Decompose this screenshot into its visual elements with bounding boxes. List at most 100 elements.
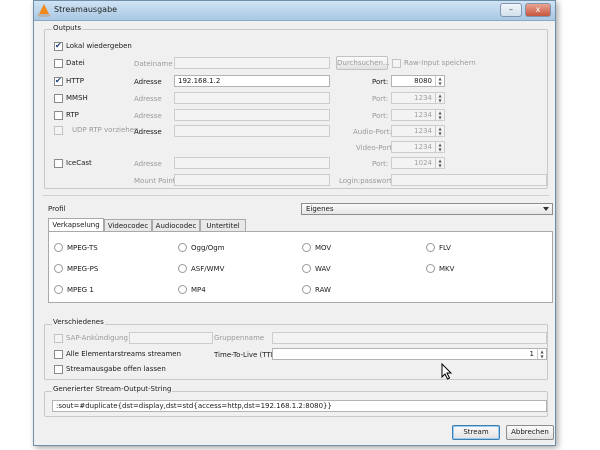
rtp-address-field[interactable]: [174, 109, 330, 121]
http-port-label: Port:: [372, 78, 389, 86]
window-title: Streamausgabe: [54, 5, 118, 14]
rtp-checkbox[interactable]: [54, 111, 63, 120]
mount-point-label: Mount Point: [134, 177, 176, 185]
filename-label: Dateiname: [134, 60, 173, 68]
close-button[interactable]: x: [525, 3, 551, 17]
browse-button[interactable]: Durchsuchen...: [336, 56, 390, 70]
format-label: MPEG-TS: [67, 244, 98, 252]
outputs-legend: Outputs: [52, 24, 82, 32]
output-string-field[interactable]: :sout=#duplicate{dst=display,dst=std{acc…: [52, 400, 547, 412]
file-checkbox[interactable]: [54, 59, 63, 68]
spin-arrows-icon[interactable]: ▲ ▼: [435, 158, 444, 168]
rtp-label: RTP: [66, 111, 79, 119]
radio-ogg[interactable]: [178, 243, 187, 252]
all-es-label: Alle Elementarstreams streamen: [66, 350, 182, 358]
format-label: WAV: [315, 265, 331, 273]
icecast-port-value: 1024: [414, 159, 432, 167]
format-label: ASF/WMV: [191, 265, 225, 273]
http-checkbox[interactable]: [54, 76, 63, 86]
encapsulation-panel: [48, 231, 553, 303]
login-password-label: Login:passwort:: [339, 177, 395, 185]
stream-button[interactable]: Stream: [452, 425, 500, 440]
raw-input-checkbox[interactable]: [392, 59, 401, 68]
format-label: RAW: [315, 286, 331, 294]
spin-arrows-icon[interactable]: ▲ ▼: [435, 110, 444, 120]
radio-mpeg-ts[interactable]: [54, 243, 63, 252]
ttl-label: Time-To-Live (TTL): [214, 351, 278, 359]
group-name-field[interactable]: [272, 332, 547, 344]
minimize-button[interactable]: –: [500, 3, 522, 17]
radio-mp4[interactable]: [178, 285, 187, 294]
radio-asf-wmv[interactable]: [178, 264, 187, 273]
radio-wav[interactable]: [302, 264, 311, 273]
icecast-checkbox[interactable]: [54, 159, 63, 168]
format-label: MOV: [315, 244, 332, 252]
radio-flv[interactable]: [426, 243, 435, 252]
rtp-port-value: 1234: [414, 111, 432, 119]
sap-label: SAP-Ankündigung: [66, 334, 128, 342]
radio-mkv[interactable]: [426, 264, 435, 273]
mmsh-address-field[interactable]: [174, 92, 330, 104]
mouse-cursor-icon: [441, 363, 453, 380]
local-playback-checkbox[interactable]: [54, 41, 63, 51]
output-string-legend: Generierter Stream-Output-String: [52, 385, 173, 393]
sap-checkbox[interactable]: [54, 334, 63, 343]
radio-mpeg-ps[interactable]: [54, 264, 63, 273]
profile-dropdown[interactable]: Eigenes: [301, 203, 553, 215]
mmsh-port-value: 1234: [414, 94, 432, 102]
icecast-address-label: Adresse: [134, 160, 162, 168]
mmsh-label: MMSH: [66, 94, 88, 102]
ttl-spinner[interactable]: 1 ▲ ▼: [272, 348, 547, 360]
raw-input-label: Raw-Input speichern: [404, 59, 476, 67]
all-es-checkbox[interactable]: [54, 350, 63, 359]
format-label: FLV: [439, 244, 451, 252]
sap-field[interactable]: [129, 332, 213, 344]
format-label: MP4: [191, 286, 206, 294]
keep-open-label: Streamausgabe offen lassen: [66, 365, 166, 373]
profile-separator: [42, 195, 549, 196]
misc-legend: Verschiedenes: [52, 318, 105, 326]
udp-address-label: Adresse: [134, 128, 162, 136]
cancel-button[interactable]: Abbrechen: [506, 425, 554, 440]
format-label: MPEG 1: [67, 286, 94, 294]
mount-point-field[interactable]: [174, 174, 330, 186]
video-port-value: 1234: [414, 143, 432, 151]
mmsh-checkbox[interactable]: [54, 94, 63, 103]
http-address-field[interactable]: 192.168.1.2: [174, 75, 330, 87]
filename-field[interactable]: [174, 57, 330, 69]
format-label: MPEG-PS: [67, 265, 99, 273]
udp-label: UDP RTP vorziehen: [72, 126, 139, 134]
spin-arrows-icon[interactable]: ▲ ▼: [435, 76, 444, 86]
radio-raw[interactable]: [302, 285, 311, 294]
rtp-address-label: Adresse: [134, 112, 162, 120]
spin-arrows-icon[interactable]: ▲ ▼: [435, 126, 444, 136]
spin-arrows-icon[interactable]: ▲ ▼: [435, 93, 444, 103]
tab-verkapselung[interactable]: Verkapselung: [48, 218, 104, 232]
spin-arrows-icon[interactable]: ▲ ▼: [435, 142, 444, 152]
udp-checkbox[interactable]: [54, 126, 63, 135]
profile-selected: Eigenes: [306, 205, 334, 213]
audio-port-spinner[interactable]: 1234 ▲ ▼: [391, 125, 445, 137]
radio-mov[interactable]: [302, 243, 311, 252]
icecast-port-spinner[interactable]: 1024 ▲ ▼: [391, 157, 445, 169]
mmsh-port-spinner[interactable]: 1234 ▲ ▼: [391, 92, 445, 104]
stream-output-dialog: Streamausgabe – x Outputs Lokal wiederge…: [33, 0, 556, 446]
http-port-spinner[interactable]: 8080 ▲ ▼: [391, 75, 445, 87]
keep-open-checkbox[interactable]: [54, 365, 63, 374]
format-label: Ogg/Ogm: [191, 244, 225, 252]
spin-arrows-icon[interactable]: ▲ ▼: [537, 349, 546, 359]
rtp-port-spinner[interactable]: 1234 ▲ ▼: [391, 109, 445, 121]
icecast-address-field[interactable]: [174, 157, 330, 169]
chevron-down-icon: [543, 207, 549, 211]
udp-address-field[interactable]: [174, 125, 330, 137]
video-port-spinner[interactable]: 1234 ▲ ▼: [391, 141, 445, 153]
file-label: Datei: [66, 59, 85, 67]
audio-port-value: 1234: [414, 127, 432, 135]
radio-mpeg-1[interactable]: [54, 285, 63, 294]
ttl-value: 1: [529, 350, 534, 358]
format-label: MKV: [439, 265, 455, 273]
mmsh-address-label: Adresse: [134, 95, 162, 103]
http-address-label: Adresse: [134, 78, 162, 86]
icecast-label: IceCast: [66, 159, 92, 167]
login-password-field[interactable]: [391, 174, 547, 186]
